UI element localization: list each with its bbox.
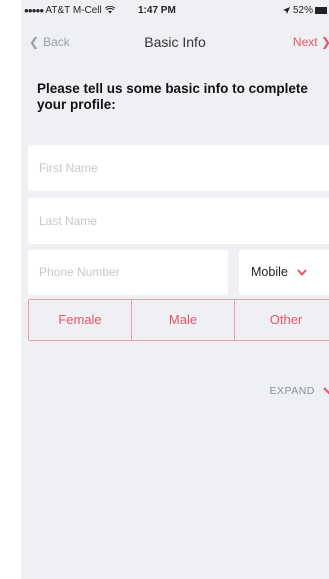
chevron-right-icon: ❯ (321, 35, 329, 49)
navigation-bar: ❮Back Basic Info Next ❯ (21, 20, 329, 64)
next-label: Next (292, 35, 318, 49)
status-time: 1:47 PM (138, 5, 176, 16)
gender-option-other[interactable]: Other (235, 300, 329, 340)
first-name-input[interactable] (39, 161, 329, 175)
expand-button[interactable]: EXPAND (269, 382, 329, 397)
next-button[interactable]: Next ❯ (293, 35, 329, 49)
last-name-field[interactable] (28, 198, 329, 244)
phone-screen: ●●●●● AT&T M-Cell 1:47 PM 52% ❮ Back Basi… (21, 0, 329, 579)
chevron-down-icon (294, 265, 307, 279)
intro-text: Please tell us some basic info to comple… (37, 81, 308, 112)
battery-icon (315, 6, 327, 14)
expand-label: EXPAND (269, 385, 315, 397)
battery-status: 52% (283, 5, 327, 16)
gender-option-female[interactable]: Female (29, 300, 132, 340)
last-name-input[interactable] (39, 214, 329, 228)
phone-type-value: Mobile (251, 265, 288, 279)
wifi-icon (104, 5, 115, 16)
location-arrow-icon (283, 5, 293, 16)
signal-strength-icon: ●●●●● (24, 6, 44, 15)
gender-selector: Female Male Other (28, 299, 329, 341)
phone-number-input[interactable] (39, 265, 228, 279)
first-name-field[interactable] (28, 145, 329, 191)
phone-type-select[interactable]: Mobile (239, 250, 329, 295)
page-title: Basic Info (144, 34, 206, 50)
phone-number-field[interactable] (28, 250, 228, 295)
gender-option-male[interactable]: Male (132, 300, 235, 340)
carrier-info: ●●●●● AT&T M-Cell (24, 5, 115, 16)
status-bar: ●●●●● AT&T M-Cell 1:47 PM 52% (21, 0, 329, 20)
chevron-down-icon (319, 382, 329, 397)
carrier-name: AT&T M-Cell (45, 5, 102, 16)
battery-percent: 52% (292, 5, 313, 16)
